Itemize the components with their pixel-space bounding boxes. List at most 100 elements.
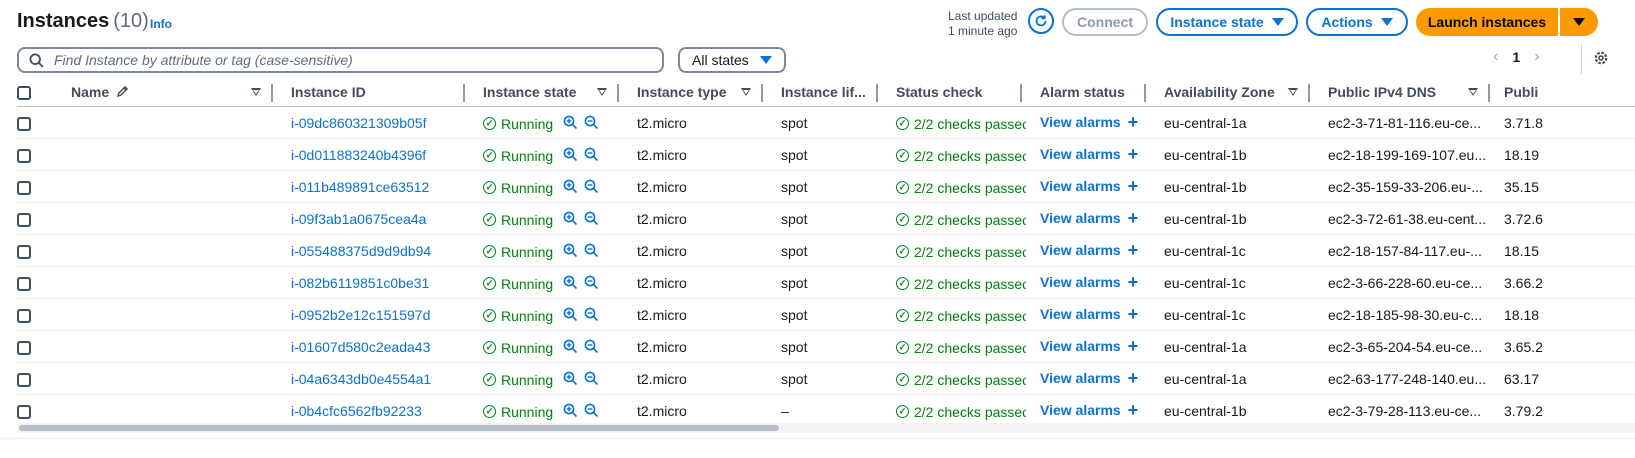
column-header-name[interactable]: Name [57,78,277,107]
column-header-instance-state[interactable]: Instance state [469,78,623,107]
table-row[interactable]: i-04a6343db0e4554a1 ✓ Running t2.micro spot ✓… [17,362,1635,395]
column-header-instance-id[interactable]: Instance ID [277,78,469,107]
zoom-in-icon[interactable] [563,211,578,226]
zoom-out-icon[interactable] [584,403,599,418]
column-divider[interactable] [1308,84,1310,102]
instance-id-link[interactable]: i-0952b2e12c151597d [291,307,430,323]
launch-dropdown-button[interactable] [1560,8,1598,36]
state-filter-select[interactable]: All states [678,47,786,73]
zoom-in-icon[interactable] [563,115,578,130]
column-header-availability-zone[interactable]: Availability Zone [1150,78,1314,107]
column-header-status-check[interactable]: Status check [882,78,1026,107]
gear-icon[interactable] [1592,49,1610,67]
column-header-instance-lifecycle[interactable]: Instance lif... [767,78,882,107]
instance-id-link[interactable]: i-0d011883240b4396f [291,147,426,163]
row-checkbox[interactable] [17,340,31,355]
zoom-in-icon[interactable] [563,147,578,162]
instance-id-link[interactable]: i-04a6343db0e4554a1 [291,371,431,387]
table-row[interactable]: i-01607d580c2eada43 ✓ Running t2.micro spot ✓… [17,330,1635,363]
add-alarm-icon[interactable]: + [1128,272,1139,292]
table-row[interactable]: i-0d011883240b4396f ✓ Running t2.micro spot ✓… [17,138,1635,171]
row-checkbox[interactable] [17,308,31,323]
column-divider[interactable] [271,84,273,102]
view-alarms-link[interactable]: View alarms [1040,402,1121,418]
column-header-public-ip[interactable]: Publi [1494,78,1635,107]
row-checkbox[interactable] [17,404,31,419]
add-alarm-icon[interactable]: + [1128,240,1139,260]
horizontal-scrollbar[interactable] [17,423,1635,433]
sort-icon[interactable] [1288,88,1298,96]
zoom-out-icon[interactable] [584,371,599,386]
search-field[interactable] [17,47,664,73]
zoom-out-icon[interactable] [584,147,599,162]
column-divider[interactable] [761,84,763,102]
zoom-in-icon[interactable] [563,307,578,322]
row-checkbox[interactable] [17,276,31,291]
column-divider[interactable] [1020,84,1022,102]
instance-id-link[interactable]: i-0b4cfc6562fb92233 [291,403,422,419]
view-alarms-link[interactable]: View alarms [1040,274,1121,290]
table-row[interactable]: i-0952b2e12c151597d ✓ Running t2.micro spot ✓… [17,298,1635,331]
zoom-out-icon[interactable] [584,115,599,130]
column-header-instance-type[interactable]: Instance type [623,78,767,107]
zoom-in-icon[interactable] [563,403,578,418]
select-all-checkbox[interactable] [17,86,31,101]
zoom-out-icon[interactable] [584,339,599,354]
launch-instances-button[interactable]: Launch instances [1416,8,1558,36]
table-row[interactable]: i-011b489891ce63512 ✓ Running t2.micro spot ✓… [17,170,1635,203]
row-checkbox[interactable] [17,244,31,259]
sort-icon[interactable] [1468,88,1478,96]
sort-icon[interactable] [741,88,751,96]
column-divider[interactable] [463,84,465,102]
refresh-button[interactable] [1028,8,1054,34]
info-link[interactable]: Info [150,17,172,31]
row-checkbox[interactable] [17,180,31,195]
add-alarm-icon[interactable]: + [1128,112,1139,132]
column-divider[interactable] [1488,84,1490,102]
table-row[interactable]: i-055488375d9d9db94 ✓ Running t2.micro spot ✓… [17,234,1635,267]
chevron-right-icon[interactable]: › [1534,48,1539,66]
pencil-icon[interactable] [116,85,129,98]
zoom-in-icon[interactable] [563,275,578,290]
zoom-in-icon[interactable] [563,371,578,386]
view-alarms-link[interactable]: View alarms [1040,242,1121,258]
add-alarm-icon[interactable]: + [1128,336,1139,356]
row-checkbox[interactable] [17,116,31,131]
column-header-public-dns[interactable]: Public IPv4 DNS [1314,78,1494,107]
column-header-alarm-status[interactable]: Alarm status [1026,78,1150,107]
row-checkbox[interactable] [17,212,31,227]
add-alarm-icon[interactable]: + [1128,144,1139,164]
zoom-out-icon[interactable] [584,275,599,290]
instance-id-link[interactable]: i-011b489891ce63512 [291,179,429,195]
table-row[interactable]: i-09f3ab1a0675cea4a ✓ Running t2.micro spot ✓… [17,202,1635,235]
view-alarms-link[interactable]: View alarms [1040,146,1121,162]
instance-id-link[interactable]: i-082b6119851c0be31 [291,275,429,291]
add-alarm-icon[interactable]: + [1128,208,1139,228]
zoom-out-icon[interactable] [584,307,599,322]
view-alarms-link[interactable]: View alarms [1040,306,1121,322]
view-alarms-link[interactable]: View alarms [1040,114,1121,130]
page-number[interactable]: 1 [1512,49,1520,65]
view-alarms-link[interactable]: View alarms [1040,210,1121,226]
zoom-in-icon[interactable] [563,339,578,354]
sort-icon[interactable] [597,88,607,96]
instance-id-link[interactable]: i-055488375d9d9db94 [291,243,431,259]
zoom-in-icon[interactable] [563,179,578,194]
search-input[interactable] [52,51,636,69]
column-divider[interactable] [876,84,878,102]
add-alarm-icon[interactable]: + [1128,304,1139,324]
view-alarms-link[interactable]: View alarms [1040,178,1121,194]
view-alarms-link[interactable]: View alarms [1040,338,1121,354]
zoom-in-icon[interactable] [563,243,578,258]
table-row[interactable]: i-0b4cfc6562fb92233 ✓ Running t2.micro – ✓ 2/2… [17,394,1635,427]
instance-id-link[interactable]: i-09f3ab1a0675cea4a [291,211,426,227]
instance-id-link[interactable]: i-09dc860321309b05f [291,115,426,131]
scrollbar-thumb[interactable] [19,425,779,431]
column-divider[interactable] [617,84,619,102]
zoom-out-icon[interactable] [584,179,599,194]
connect-button[interactable]: Connect [1062,8,1148,36]
zoom-out-icon[interactable] [584,243,599,258]
instance-state-button[interactable]: Instance state [1156,8,1298,36]
chevron-left-icon[interactable]: ‹ [1493,48,1498,66]
add-alarm-icon[interactable]: + [1128,176,1139,196]
